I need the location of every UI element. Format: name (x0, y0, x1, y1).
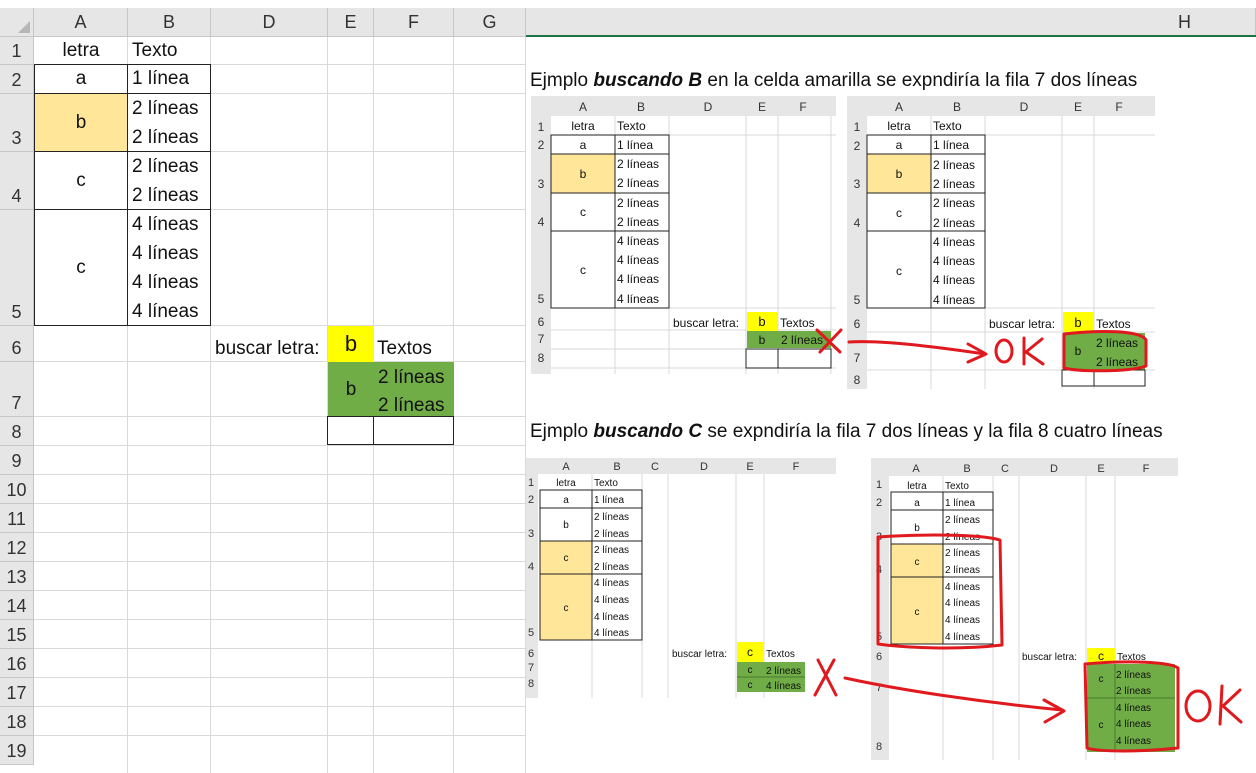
highlight-box-3 (1083, 660, 1180, 753)
cross-mark-2 (813, 658, 838, 697)
highlight-box-2 (876, 533, 1004, 650)
arrow-head-2 (1042, 698, 1066, 724)
ok-o-2 (1184, 689, 1212, 723)
cross-mark-1 (815, 328, 843, 354)
ok-k-1 (1022, 336, 1045, 366)
arrow-line-2 (843, 676, 1064, 712)
ok-o-1 (994, 338, 1014, 364)
arrow-line-1 (847, 340, 987, 356)
annotations-overlay (813, 328, 1243, 753)
highlight-box-1 (1062, 330, 1148, 373)
ok-k-2 (1218, 684, 1243, 726)
